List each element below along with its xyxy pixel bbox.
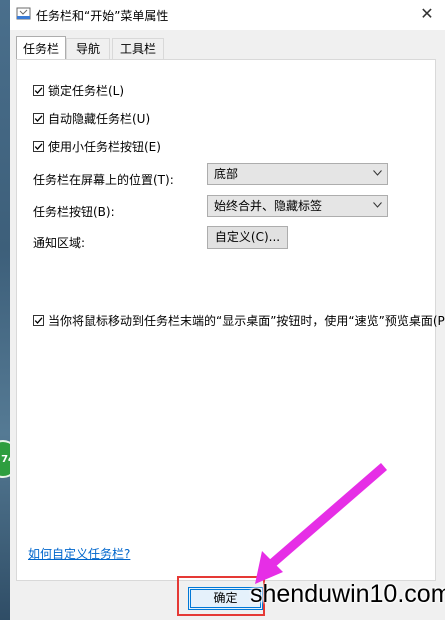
taskbar-buttons-label: 任务栏按钮(B):: [33, 205, 115, 219]
window-title: 任务栏和“开始”菜单属性: [36, 9, 169, 23]
chevron-down-icon: [373, 202, 382, 208]
tab-taskbar[interactable]: 任务栏: [16, 36, 66, 59]
chevron-down-icon: [373, 170, 382, 176]
position-label: 任务栏在屏幕上的位置(T):: [33, 173, 174, 187]
small-buttons-option[interactable]: 使用小任务栏按钮(E): [33, 138, 161, 155]
site-watermark: shenduwin10.com: [250, 580, 445, 608]
lock-taskbar-label: 锁定任务栏(L): [48, 84, 125, 98]
checkmark-icon[interactable]: [33, 315, 44, 326]
taskbar-tab-panel: 锁定任务栏(L) 自动隐藏任务栏(U) 使用小任务栏按钮(E) 任务栏在屏幕上的…: [16, 59, 445, 581]
lock-taskbar-option[interactable]: 锁定任务栏(L): [33, 82, 124, 99]
title-bar: 任务栏和“开始”菜单属性 ✕: [10, 0, 445, 30]
autohide-taskbar-option[interactable]: 自动隐藏任务栏(U): [33, 110, 150, 127]
taskbar-buttons-select[interactable]: 始终合并、隐藏标签: [207, 195, 388, 217]
small-buttons-label: 使用小任务栏按钮(E): [48, 140, 161, 154]
position-select[interactable]: 底部: [207, 163, 388, 185]
notification-area-label: 通知区域:: [33, 236, 86, 250]
customize-button[interactable]: 自定义(C)...: [207, 226, 288, 249]
tab-navigation[interactable]: 导航: [66, 38, 110, 59]
peek-desktop-label: 当你将鼠标移动到任务栏末端的“显示桌面”按钮时，使用“速览”预览桌面(P): [48, 314, 445, 328]
close-icon[interactable]: ✕: [417, 4, 437, 24]
tab-toolbars[interactable]: 工具栏: [112, 38, 164, 59]
checkmark-icon[interactable]: [33, 113, 44, 124]
checkmark-icon[interactable]: [33, 85, 44, 96]
taskbar-buttons-value: 始终合并、隐藏标签: [214, 199, 323, 213]
peek-desktop-option[interactable]: 当你将鼠标移动到任务栏末端的“显示桌面”按钮时，使用“速览”预览桌面(P): [33, 312, 445, 329]
customize-help-link[interactable]: 如何自定义任务栏?: [28, 545, 130, 562]
autohide-taskbar-label: 自动隐藏任务栏(U): [48, 112, 151, 126]
checkmark-icon[interactable]: [33, 141, 44, 152]
taskbar-properties-icon: [16, 7, 31, 21]
position-value: 底部: [214, 167, 239, 181]
properties-dialog: 任务栏和“开始”菜单属性 ✕ 任务栏 导航 工具栏 锁定任务栏(L) 自动隐藏任…: [10, 0, 445, 620]
